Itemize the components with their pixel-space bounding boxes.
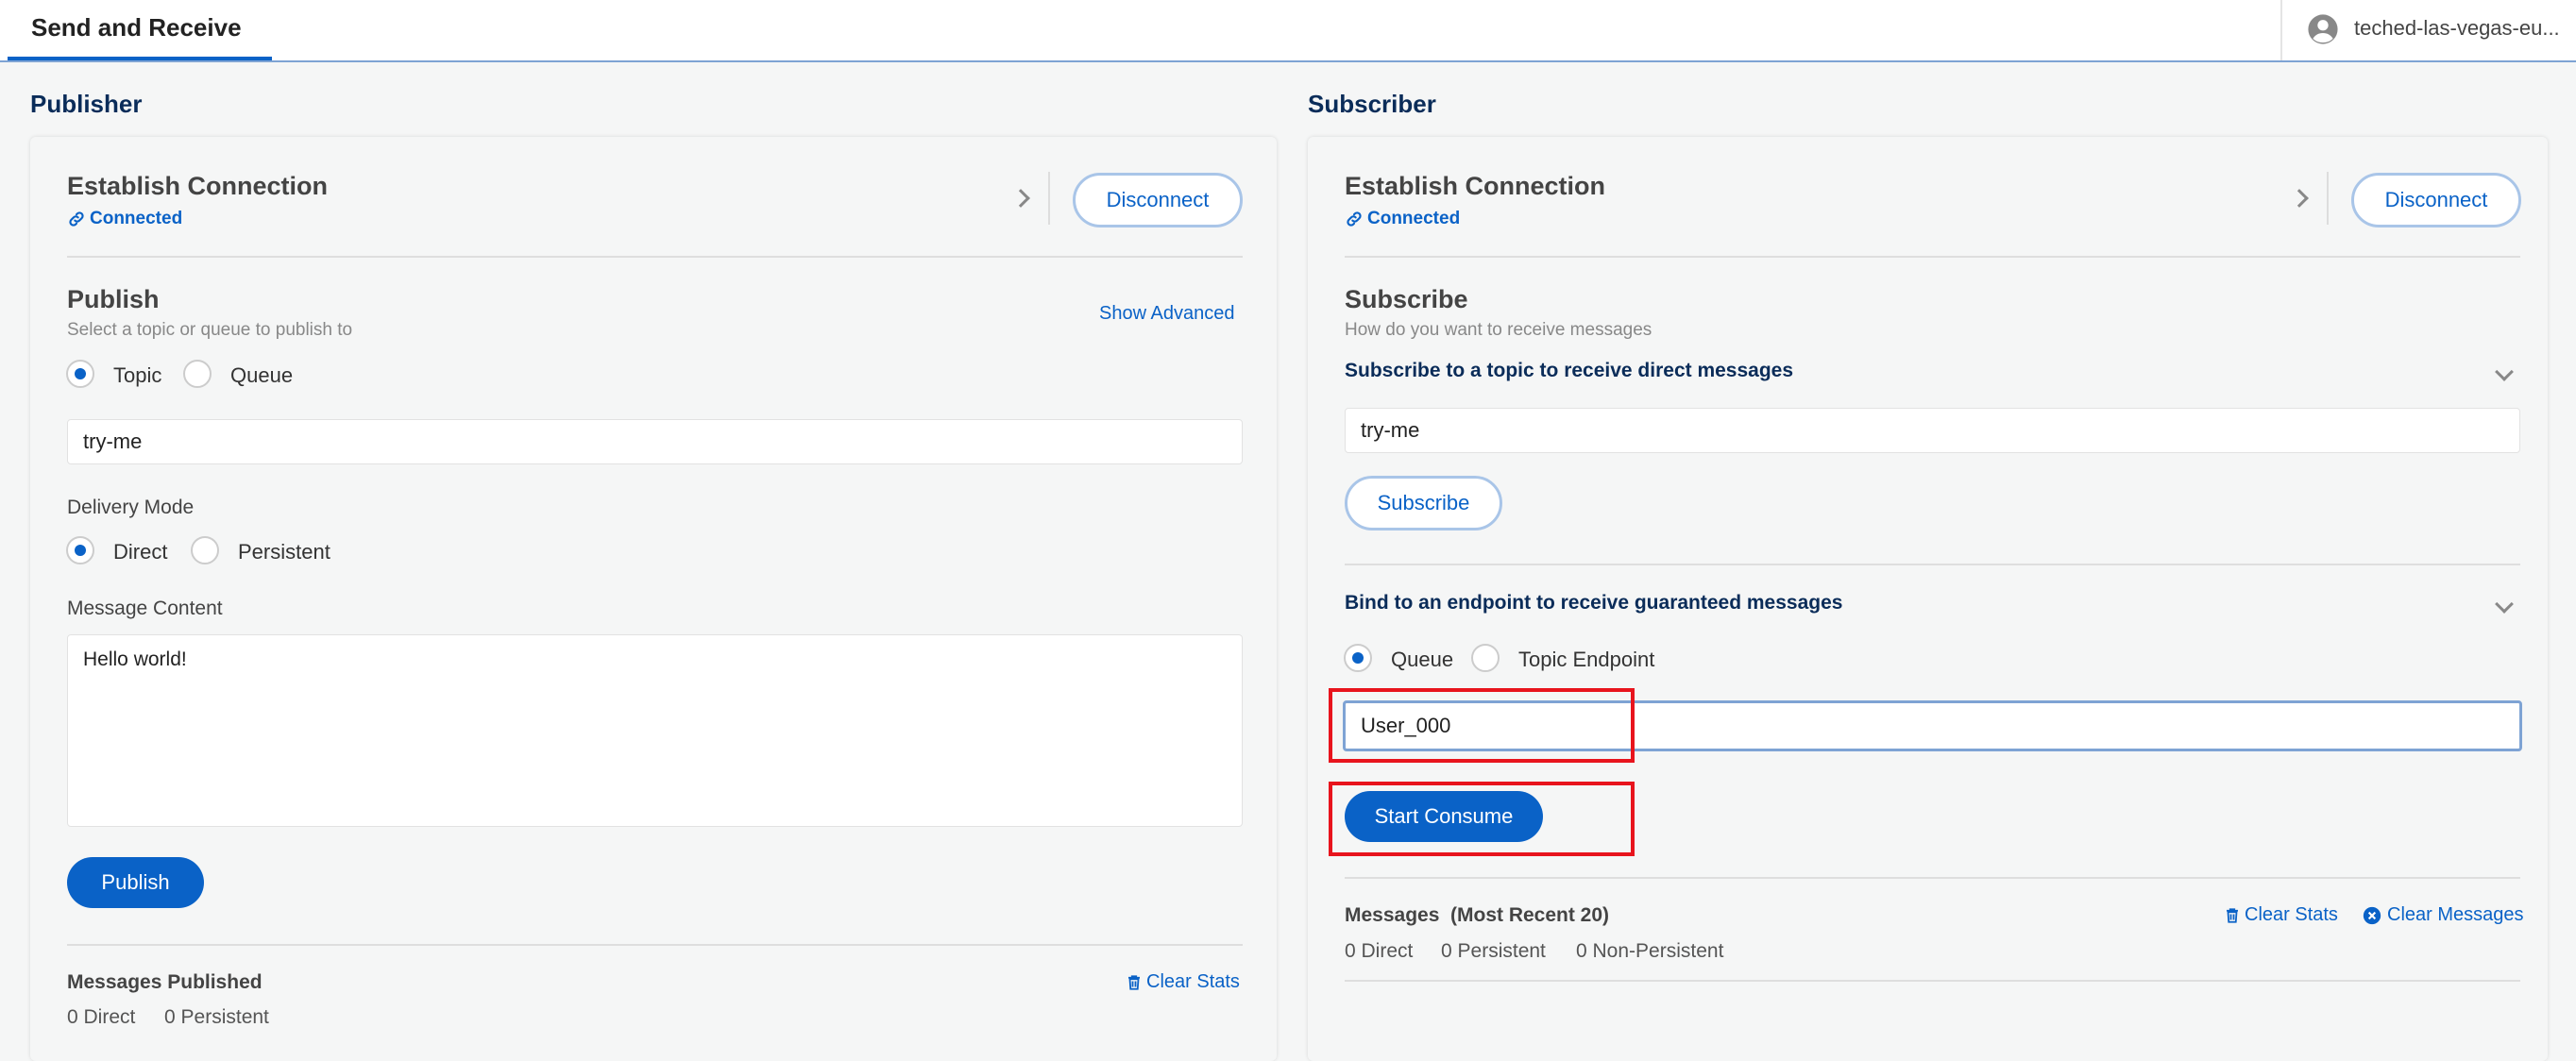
subscribe-title: Subscribe <box>1345 285 1468 313</box>
publisher-title: Publisher <box>30 90 143 118</box>
subscriber-panel: Establish Connection Connected Disconnec… <box>1308 137 2548 1061</box>
clear-stats-label: Clear Stats <box>1146 971 1240 992</box>
radio-queue[interactable] <box>1344 644 1372 672</box>
clear-messages-label: Clear Messages <box>2387 904 2524 925</box>
connected-label: Connected <box>90 209 183 228</box>
message-content-textarea[interactable]: Hello world! <box>67 634 1243 827</box>
highlight-box-queue-input <box>1329 688 1635 763</box>
tab-send-and-receive[interactable]: Send and Receive <box>8 0 272 60</box>
divider <box>2327 172 2329 225</box>
connected-label: Connected <box>1367 209 1461 228</box>
trash-icon <box>2227 907 2238 923</box>
publisher-clear-stats-button[interactable]: Clear Stats <box>1126 971 1240 993</box>
radio-topic-endpoint[interactable] <box>1471 644 1500 672</box>
subscriber-disconnect-button[interactable]: Disconnect <box>2351 173 2521 227</box>
close-circle-icon <box>2363 906 2381 924</box>
publisher-connection-status: Connected <box>67 209 182 229</box>
chevron-right-icon[interactable] <box>2290 189 2309 208</box>
divider <box>67 256 1243 258</box>
subscriber-title: Subscriber <box>1308 90 1436 118</box>
radio-queue-label: Queue <box>230 363 294 387</box>
stats-persistent: 0 Persistent <box>164 1006 269 1028</box>
delivery-mode-label: Delivery Mode <box>67 497 195 518</box>
radio-direct[interactable] <box>66 536 94 564</box>
subscribe-subtitle: How do you want to receive messages <box>1345 320 1652 340</box>
guaranteed-heading[interactable]: Bind to an endpoint to receive guarantee… <box>1345 592 1842 615</box>
publish-topic-input[interactable]: try-me <box>67 419 1243 464</box>
chevron-down-icon[interactable] <box>2495 595 2514 614</box>
radio-topic[interactable] <box>66 360 94 388</box>
subscriber-connection-title: Establish Connection <box>1345 172 1606 200</box>
divider <box>67 944 1243 946</box>
highlight-box-start-consume <box>1329 782 1635 856</box>
stats-direct: 0 Direct <box>1345 940 1414 962</box>
subscriber-clear-stats-button[interactable]: Clear Stats <box>2224 904 2338 926</box>
publish-button[interactable]: Publish <box>67 857 204 908</box>
divider <box>1345 980 2520 982</box>
subscribe-topic-input[interactable]: try-me <box>1345 408 2520 453</box>
tab-label: Send and Receive <box>31 13 242 42</box>
divider <box>1048 172 1050 225</box>
clear-stats-label: Clear Stats <box>2245 904 2338 925</box>
stats-non-persistent: 0 Non-Persistent <box>1576 940 1724 962</box>
radio-queue[interactable] <box>183 360 212 388</box>
publisher-connection-title: Establish Connection <box>67 172 329 200</box>
message-content-label: Message Content <box>67 598 223 619</box>
radio-topic-label: Topic <box>113 363 162 387</box>
chevron-right-icon[interactable] <box>1011 189 1030 208</box>
radio-topic-endpoint-label: Topic Endpoint <box>1518 648 1655 671</box>
link-icon <box>69 211 84 227</box>
messages-subtitle: (Most Recent 20) <box>1450 904 1610 926</box>
messages-title: Messages <box>1345 904 1440 926</box>
subscriber-connection-status: Connected <box>1345 209 1460 229</box>
stats-direct: 0 Direct <box>67 1006 136 1028</box>
subscribe-button[interactable]: Subscribe <box>1345 476 1502 530</box>
stats-persistent: 0 Persistent <box>1441 940 1546 962</box>
radio-persistent-label: Persistent <box>238 540 330 564</box>
user-avatar-icon <box>2308 14 2338 44</box>
trash-icon <box>1128 974 1140 990</box>
chevron-down-icon[interactable] <box>2495 362 2514 381</box>
divider <box>1345 877 2520 879</box>
publisher-disconnect-button[interactable]: Disconnect <box>1073 173 1243 227</box>
direct-subscribe-heading[interactable]: Subscribe to a topic to receive direct m… <box>1345 360 1793 382</box>
user-name: teched-las-vegas-eu... <box>2354 16 2560 40</box>
divider <box>1345 564 2520 565</box>
messages-published-title: Messages Published <box>67 971 263 993</box>
publisher-panel: Establish Connection Connected Disconnec… <box>30 137 1277 1061</box>
link-icon <box>1347 211 1362 227</box>
top-bar: Send and Receive teched-las-vegas-eu... <box>0 0 2576 62</box>
user-menu[interactable]: teched-las-vegas-eu... <box>2280 0 2576 60</box>
divider <box>1345 256 2520 258</box>
clear-messages-button[interactable]: Clear Messages <box>2363 904 2524 926</box>
publish-title: Publish <box>67 285 160 313</box>
radio-direct-label: Direct <box>113 540 168 564</box>
show-advanced-link[interactable]: Show Advanced <box>1099 303 1234 325</box>
radio-persistent[interactable] <box>191 536 219 564</box>
publish-subtitle: Select a topic or queue to publish to <box>67 320 353 340</box>
radio-queue-label: Queue <box>1391 648 1454 671</box>
